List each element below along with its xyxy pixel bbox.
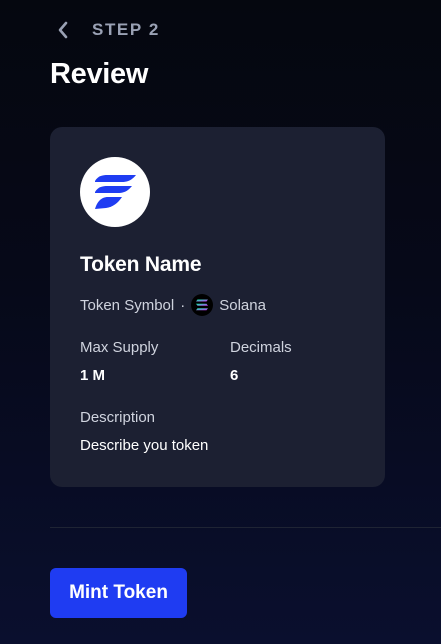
- token-meta-row: Token Symbol · Solana: [80, 293, 266, 317]
- description-label: Description: [80, 409, 156, 426]
- step-indicator: STEP 2: [92, 20, 160, 39]
- meta-separator: ·: [180, 296, 186, 314]
- network-name: Solana: [219, 296, 266, 314]
- decimals-value: 6: [230, 367, 239, 384]
- token-review-card: Token Name Token Symbol · Solana Max Sup…: [50, 127, 385, 487]
- max-supply-value: 1 M: [80, 367, 106, 384]
- page-title: Review: [50, 58, 149, 90]
- step-header: STEP 2: [54, 18, 160, 42]
- token-name: Token Name: [80, 253, 202, 276]
- decimals-label: Decimals: [230, 339, 292, 356]
- back-button[interactable]: [54, 18, 72, 42]
- token-symbol: Token Symbol: [80, 296, 175, 314]
- max-supply-label: Max Supply: [80, 339, 159, 356]
- chevron-left-icon: [58, 21, 68, 39]
- section-divider: [50, 527, 441, 528]
- solana-icon: [191, 294, 214, 316]
- description-value: Describe you token: [80, 437, 209, 454]
- stylized-f-logo-icon: [95, 175, 136, 209]
- mint-token-button[interactable]: Mint Token: [50, 568, 187, 618]
- token-logo: [80, 157, 150, 227]
